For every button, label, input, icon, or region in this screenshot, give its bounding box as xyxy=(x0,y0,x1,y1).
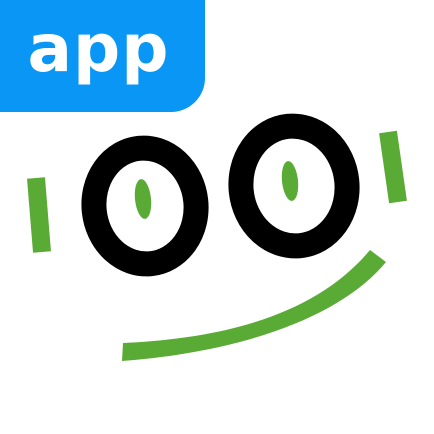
left-dash-icon xyxy=(27,177,51,253)
smiling-face-logo-icon xyxy=(27,113,407,361)
right-pupil-icon xyxy=(281,161,299,201)
right-dash-icon xyxy=(379,130,407,204)
left-pupil-icon xyxy=(134,179,152,219)
